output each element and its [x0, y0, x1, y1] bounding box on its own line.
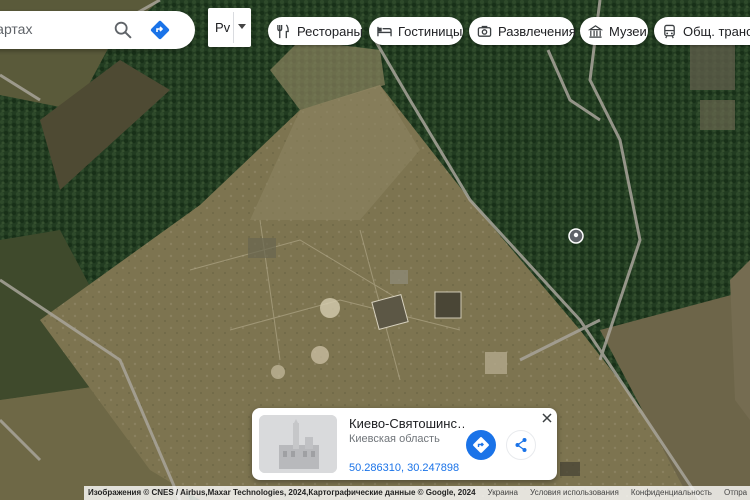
- directions-icon: [473, 437, 489, 453]
- share-button[interactable]: [506, 430, 536, 460]
- camera-icon: [477, 25, 492, 37]
- search-icon[interactable]: [112, 19, 134, 41]
- chip-transit[interactable]: Общ. трансп: [654, 17, 750, 45]
- chip-entertainment[interactable]: Развлечения: [469, 17, 576, 45]
- footer-link-privacy[interactable]: Конфиденциальность: [631, 486, 712, 500]
- search-input[interactable]: Картах: [0, 21, 32, 37]
- place-thumbnail[interactable]: [259, 415, 337, 473]
- language-selector[interactable]: Рv: [208, 8, 251, 47]
- footer-link-country[interactable]: Украина: [488, 486, 518, 500]
- footer-link-feedback[interactable]: Отпра: [724, 486, 747, 500]
- place-title[interactable]: Киево-Святошинс…: [349, 416, 464, 431]
- chip-museums[interactable]: Музеи: [580, 17, 648, 45]
- divider: [233, 12, 234, 43]
- chevron-down-icon[interactable]: [238, 24, 246, 29]
- chip-label: Общ. трансп: [683, 23, 750, 39]
- museum-icon: [588, 24, 603, 38]
- chip-label: Развлечения: [498, 23, 576, 39]
- chip-label: Рестораны: [297, 23, 363, 39]
- chip-label: Гостиницы: [398, 23, 463, 39]
- directions-button[interactable]: [466, 430, 496, 460]
- chip-restaurants[interactable]: Рестораны: [268, 17, 363, 45]
- transit-icon: [664, 24, 675, 38]
- directions-icon[interactable]: [148, 18, 172, 42]
- place-region: Киевская область: [349, 433, 440, 445]
- share-icon: [515, 438, 527, 452]
- map-pin-icon[interactable]: [568, 228, 584, 244]
- place-coordinates[interactable]: 50.286310, 30.247898: [349, 462, 459, 474]
- chip-hotels[interactable]: Гостиницы: [369, 17, 463, 45]
- bed-icon: [377, 26, 392, 36]
- building-icon: [259, 415, 337, 473]
- search-box[interactable]: Картах: [0, 11, 195, 49]
- footer-link-terms[interactable]: Условия использования: [530, 486, 619, 500]
- chip-label: Музеи: [609, 23, 647, 39]
- language-label: Рv: [215, 20, 231, 35]
- close-icon[interactable]: [540, 411, 554, 425]
- imagery-credit: Изображения © CNES / Airbus,Maxar Techno…: [88, 488, 476, 497]
- fork-knife-icon: [277, 23, 289, 38]
- attribution-bar: Изображения © CNES / Airbus,Maxar Techno…: [84, 486, 750, 500]
- place-card[interactable]: Киево-Святошинс… Киевская область 50.286…: [252, 408, 557, 480]
